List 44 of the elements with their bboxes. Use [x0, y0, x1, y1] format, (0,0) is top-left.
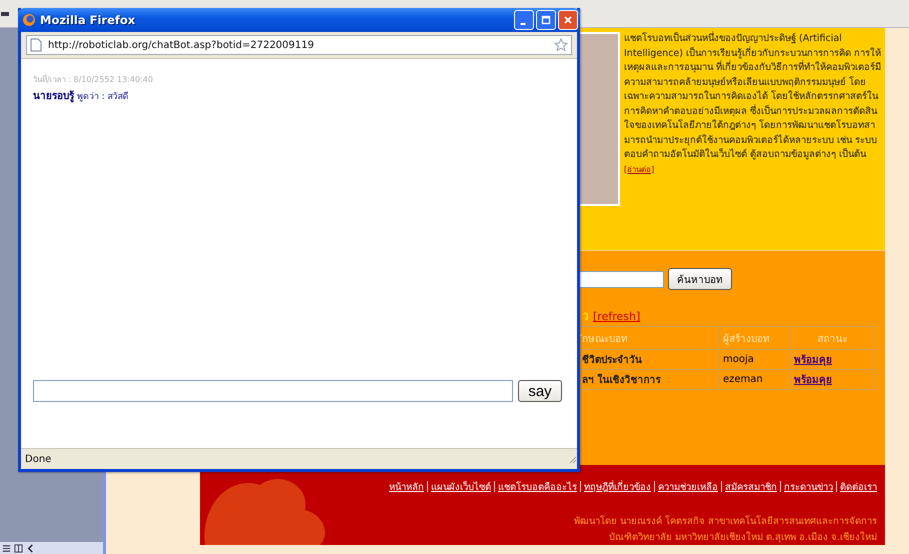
table-cell: ezeman	[723, 374, 763, 385]
footer-link[interactable]: สมัครสมาชิก	[725, 479, 777, 494]
page-icon	[30, 38, 42, 52]
minimize-button[interactable]	[514, 10, 534, 30]
footer-link[interactable]: แผนผังเว็บไซต์	[431, 479, 491, 494]
credit-text: บัณฑิตวิทยาลัย มหาวิทยาลัยเชียงใหม่ ต.สุเทพ อ.เมือง จ.เชียงใหม่	[608, 530, 877, 545]
footer-link[interactable]: ทฤษฎีที่เกี่ยวข้อง	[584, 479, 651, 494]
search-button[interactable]: ค้นหาบอท	[668, 268, 732, 290]
address-field[interactable]: http://roboticlab.org/chatBot.asp?botid=2722009119	[26, 35, 572, 55]
resize-grip-icon[interactable]	[567, 454, 577, 464]
column-header: สถานะ	[790, 326, 874, 350]
book-icon[interactable]	[14, 544, 23, 552]
section-heading: ว	[582, 308, 589, 325]
star-icon[interactable]	[554, 38, 568, 52]
column-header: ักษณะบอท	[578, 326, 720, 350]
minimize-icon	[520, 23, 526, 25]
maximize-button[interactable]	[536, 10, 556, 30]
table-cell: ชีวิตประจำวัน	[582, 355, 642, 366]
footer-link[interactable]: หน้าหลัก	[389, 479, 424, 494]
globe-icon	[22, 13, 36, 27]
footer-link[interactable]: แชตโรบอตคืออะไร	[498, 479, 577, 494]
column-header: ผู้สร้างบอท	[720, 326, 790, 350]
toolbar-icon[interactable]	[1, 10, 9, 18]
table-cell: mooja	[723, 354, 754, 365]
list-icon[interactable]	[2, 544, 11, 552]
intro-text: แชตโรบอทเป็นส่วนหนึ่งของปัญญาประดิษฐ์ (Artificial Intelligence) เป็นการเรียนรู้เกี่ยวกับกระบวนการการคิด การให้เหตุผลและการอนุมาน ที่เกี่ยวข้องกับวิธีการที่ทำให้คอมพิวเตอร์มีความสามารถคล้ายมนุษย์หรือเลียนแบบพฤติกรรมมนุษย์ โดยเฉพาะความสามารถในการคิดเองได้ โดยใช้หลักตรรกศาสตร์ในการคิดหาคำตอบอย่างมีเหตุผล ซึ่งเป็นการประมวลผลการตัดสินใจของเทคโนโลยีภายใต้กฎต่างๆ โดยการพัฒนาแชตโรบอทสามารถนำมาประยุกต์ใช้งานคอมพิวเตอร์ได้หลายระบบ เช่น ระบบตอบคำถามอัตโนมัติในเว็บไซต์ ตู้สอบถามข้อมูลต่างๆ เป็นต้น [อ่านต่อ]	[624, 32, 882, 176]
url-text: http://roboticlab.org/chatBot.asp?botid=2722009119	[48, 40, 315, 50]
window-title: Mozilla Firefox	[40, 13, 136, 27]
close-button[interactable]	[558, 10, 578, 30]
search-field[interactable]	[578, 270, 664, 288]
footer-link[interactable]: ติดต่อเรา	[840, 479, 877, 494]
close-icon	[563, 15, 573, 25]
status-text: Done	[25, 454, 52, 464]
maximize-icon	[541, 15, 551, 25]
chat-message: นายรอบรู้ พูดว่า : สวัสดี	[33, 89, 130, 103]
footer-link[interactable]: กระดานข่าว	[784, 479, 833, 494]
message-timestamp: วันที่/เวลา : 8/10/2552 13:40:40	[33, 73, 154, 86]
message-input[interactable]	[33, 380, 513, 402]
credit-text: พัฒนาโดย นายณรงค์ โคตรสกิจ สาขาเทคโนโลยีสารสนเทศและการจัดการ	[574, 514, 877, 529]
say-button[interactable]: say	[518, 380, 562, 402]
table-cell: ลฯ ในเชิงวิชาการ	[582, 375, 660, 386]
scroll-left-icon[interactable]	[26, 544, 35, 552]
footer-link[interactable]: ความช่วยเหลือ	[658, 479, 718, 494]
read-more-link[interactable]: [อ่านต่อ]	[624, 164, 654, 174]
